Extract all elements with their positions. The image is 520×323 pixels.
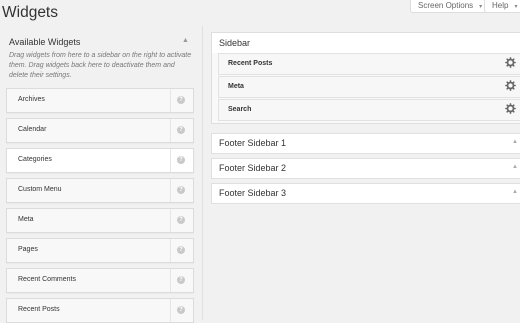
sidebar-widget-recent-posts[interactable]: Recent Posts [218,53,520,75]
widget-meta[interactable]: Meta ? [6,208,194,233]
sidebar-header[interactable] [212,33,520,53]
help-icon[interactable]: ? [177,276,185,284]
screen-options-button[interactable]: Screen Options ▾ [410,0,493,13]
widget-pages[interactable]: Pages ? [6,238,194,263]
sidebar-widget-area[interactable]: Sidebar Recent Posts Meta Search [211,32,520,124]
available-widgets-panel: Available Widgets ▲ Drag widgets from he… [0,26,202,323]
page-title: Widgets [2,4,58,21]
gear-icon[interactable] [505,57,516,68]
gear-icon[interactable] [505,103,516,114]
help-icon[interactable]: ? [177,126,185,134]
separator [170,299,171,322]
widget-label: Pages [18,246,38,253]
help-icon[interactable]: ? [177,96,185,104]
widget-recent-comments[interactable]: Recent Comments ? [6,268,194,293]
widget-label: Recent Posts [18,306,60,313]
footer-sidebar-2[interactable]: Footer Sidebar 2 ▲ [211,158,520,179]
help-icon[interactable]: ? [177,306,185,314]
help-icon[interactable]: ? [177,186,185,194]
widget-label: Calendar [18,126,47,133]
footer-sidebar-label: Footer Sidebar 3 [219,188,287,198]
widget-label: Meta [228,83,244,90]
chevron-down-icon: ▾ [514,4,518,10]
separator [170,239,171,262]
help-icon[interactable]: ? [177,246,185,254]
widget-label: Meta [18,216,34,223]
sidebar-title: Sidebar [219,38,251,48]
widget-archives[interactable]: Archives ? [6,88,194,113]
separator [170,269,171,292]
widget-categories[interactable]: Categories ? [6,148,194,173]
separator [170,119,171,142]
expand-arrow-icon[interactable]: ▲ [512,139,518,145]
separator [170,89,171,112]
widget-label: Recent Comments [18,276,76,283]
footer-sidebar-label: Footer Sidebar 2 [219,163,287,173]
widget-label: Recent Posts [228,60,273,67]
collapse-icon[interactable]: ▲ [182,37,189,44]
expand-arrow-icon[interactable]: ▲ [512,189,518,195]
sidebar-widget-search[interactable]: Search [218,99,520,121]
chevron-down-icon: ▾ [479,4,483,10]
sidebar-widget-meta[interactable]: Meta [218,76,520,98]
footer-sidebar-label: Footer Sidebar 1 [219,138,287,148]
available-widgets-title: Available Widgets [9,37,81,47]
widget-label: Custom Menu [18,186,62,193]
separator [170,149,171,172]
gear-icon[interactable] [505,80,516,91]
separator [170,209,171,232]
footer-sidebar-3[interactable]: Footer Sidebar 3 ▲ [211,183,520,204]
screen-options-label: Screen Options [418,1,474,10]
expand-arrow-icon[interactable]: ▲ [512,164,518,170]
widget-label: Categories [18,156,52,163]
help-button[interactable]: Help ▾ [484,0,520,13]
widget-recent-posts[interactable]: Recent Posts ? [6,298,194,323]
help-icon[interactable]: ? [177,216,185,224]
separator [170,179,171,202]
widget-label: Search [228,106,252,113]
widget-calendar[interactable]: Calendar ? [6,118,194,143]
available-widgets-description: Drag widgets from here to a sidebar on t… [9,52,192,79]
help-label: Help [492,1,509,10]
footer-sidebar-1[interactable]: Footer Sidebar 1 ▲ [211,133,520,154]
help-icon[interactable]: ? [177,156,185,164]
panel-divider [202,26,203,320]
widget-label: Archives [18,96,45,103]
widget-custom-menu[interactable]: Custom Menu ? [6,178,194,203]
